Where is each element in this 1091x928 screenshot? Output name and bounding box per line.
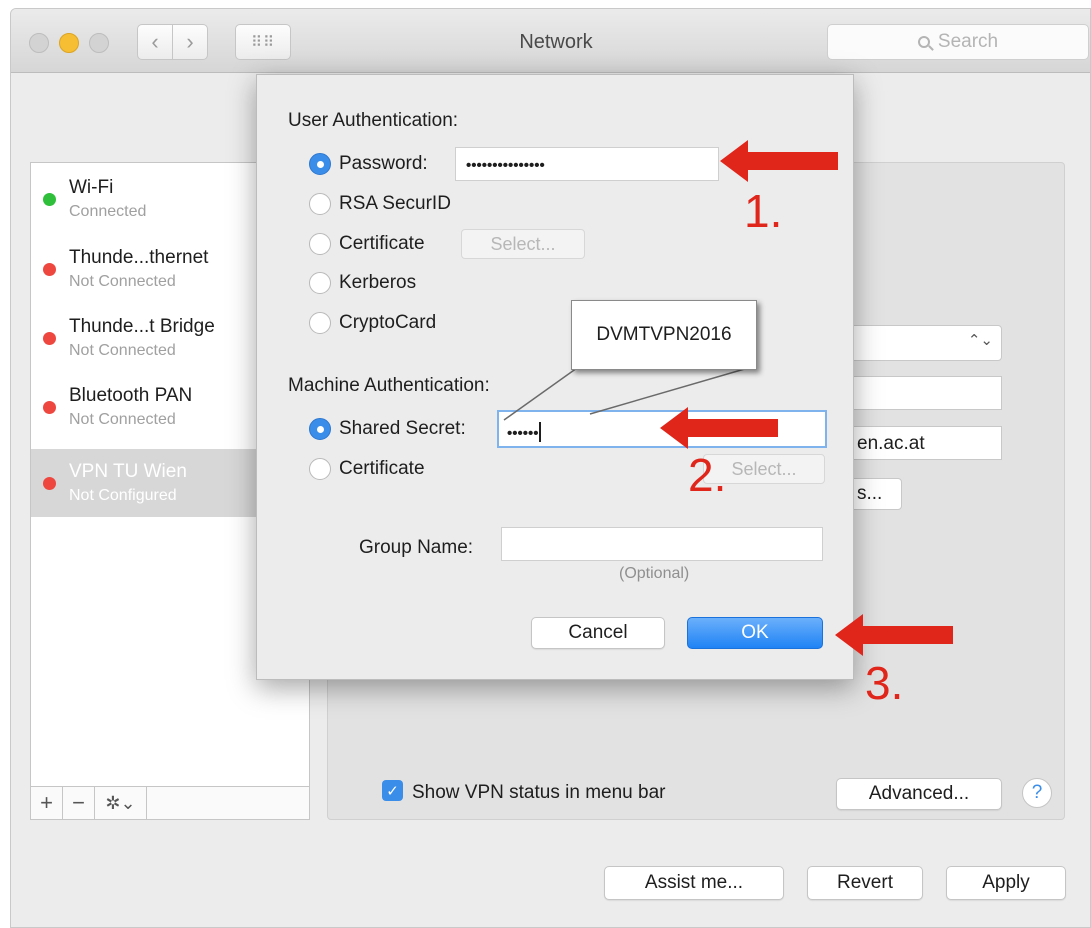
kerberos-radio[interactable] [309, 272, 331, 294]
service-name: Thunde...thernet [69, 247, 209, 268]
step-3-label: 3. [865, 657, 904, 709]
gear-icon: ✲⌄ [105, 792, 136, 813]
search-field[interactable]: Search [827, 24, 1089, 60]
shared-secret-value: •••••• [507, 425, 539, 442]
machine-certificate-radio[interactable] [309, 458, 331, 480]
grid-icon: ⠿⠿ [251, 34, 275, 51]
server-address-field[interactable] [838, 376, 1002, 410]
status-dot-red [43, 332, 56, 345]
cryptocard-label: CryptoCard [339, 312, 437, 333]
service-status: Not Connected [69, 342, 176, 359]
text-cursor [538, 422, 541, 442]
apply-button[interactable]: Apply [946, 866, 1066, 900]
button-label: s... [857, 483, 883, 504]
show-vpn-status-label: Show VPN status in menu bar [412, 782, 666, 803]
callout-text: DVMTVPN2016 [596, 324, 732, 345]
password-value: ••••••••••••••• [466, 157, 545, 174]
help-icon: ? [1031, 782, 1043, 803]
remove-service-button[interactable]: − [63, 787, 95, 819]
shared-secret-field[interactable]: •••••• [497, 410, 827, 448]
shared-secret-callout: DVMTVPN2016 [571, 300, 757, 370]
search-placeholder: Search [937, 31, 999, 52]
assist-me-button[interactable]: Assist me... [604, 866, 784, 900]
service-status: Not Connected [69, 273, 176, 290]
minus-icon: − [72, 790, 85, 815]
service-list-toolbar: + − ✲⌄ [30, 786, 310, 820]
status-dot-red [43, 477, 56, 490]
service-status: Connected [69, 203, 147, 220]
service-status: Not Connected [69, 411, 176, 428]
kerberos-label: Kerberos [339, 272, 417, 293]
authentication-settings-sheet: User Authentication: Password: •••••••••… [256, 74, 854, 680]
optional-hint: (Optional) [619, 565, 690, 582]
revert-button[interactable]: Revert [807, 866, 923, 900]
password-field[interactable]: ••••••••••••••• [455, 147, 719, 181]
button-label: OK [741, 622, 769, 643]
service-name: VPN TU Wien [69, 461, 187, 482]
service-actions-button[interactable]: ✲⌄ [95, 787, 147, 819]
shared-secret-radio[interactable] [309, 418, 331, 440]
chevron-right-icon: › [186, 29, 194, 54]
chevron-left-icon: ‹ [151, 29, 159, 54]
certificate-select-button[interactable]: Select... [461, 229, 585, 259]
status-dot-red [43, 263, 56, 276]
service-name: Wi-Fi [69, 177, 114, 198]
show-vpn-status-checkbox[interactable]: ✓ [382, 780, 403, 801]
close-window-button[interactable] [29, 33, 49, 53]
add-service-button[interactable]: + [31, 787, 63, 819]
button-label: Select... [490, 233, 556, 254]
certificate-radio[interactable] [309, 233, 331, 255]
service-name: Thunde...t Bridge [69, 316, 215, 337]
group-name-field[interactable] [501, 527, 823, 561]
shared-secret-label: Shared Secret: [339, 418, 466, 439]
cancel-button[interactable]: Cancel [531, 617, 665, 649]
forward-button[interactable]: › [172, 24, 208, 60]
zoom-window-button[interactable] [89, 33, 109, 53]
button-label: Select... [731, 458, 797, 479]
account-value: en.ac.at [857, 433, 925, 454]
rsa-securid-label: RSA SecurID [339, 193, 451, 214]
step-1-label: 1. [744, 185, 783, 237]
cryptocard-radio[interactable] [309, 312, 331, 334]
account-name-field[interactable]: en.ac.at [838, 426, 1002, 460]
chevron-updown-icon: ⌃⌄ [967, 332, 993, 349]
configuration-select[interactable]: ⌃⌄ [838, 325, 1002, 361]
window-title: Network [519, 31, 593, 53]
group-name-label: Group Name: [359, 537, 474, 558]
advanced-button[interactable]: Advanced... [836, 778, 1002, 810]
certificate-label: Certificate [339, 233, 425, 254]
ok-button[interactable]: OK [687, 617, 823, 649]
machine-auth-title: Machine Authentication: [288, 375, 490, 396]
help-button[interactable]: ? [1022, 778, 1052, 808]
button-label: Assist me... [644, 872, 744, 893]
status-dot-red [43, 401, 56, 414]
title-bar: ‹ › ⠿⠿ Network Search [11, 9, 1090, 73]
button-label: Apply [982, 872, 1030, 893]
user-auth-title: User Authentication: [288, 110, 459, 131]
back-button[interactable]: ‹ [137, 24, 173, 60]
step-2-label: 2. [688, 449, 727, 501]
button-label: Revert [837, 872, 893, 893]
service-status: Not Configured [69, 487, 177, 504]
machine-certificate-label: Certificate [339, 458, 425, 479]
button-label: Advanced... [868, 783, 970, 804]
plus-icon: + [40, 790, 53, 815]
service-name: Bluetooth PAN [69, 385, 193, 406]
show-all-button[interactable]: ⠿⠿ [235, 24, 291, 60]
search-icon [917, 36, 930, 48]
button-label: Cancel [568, 622, 628, 643]
status-dot-green [43, 193, 56, 206]
checkmark-icon: ✓ [386, 782, 399, 800]
minimize-window-button[interactable] [59, 33, 79, 53]
password-radio[interactable] [309, 153, 331, 175]
password-label: Password: [339, 153, 428, 174]
rsa-securid-radio[interactable] [309, 193, 331, 215]
